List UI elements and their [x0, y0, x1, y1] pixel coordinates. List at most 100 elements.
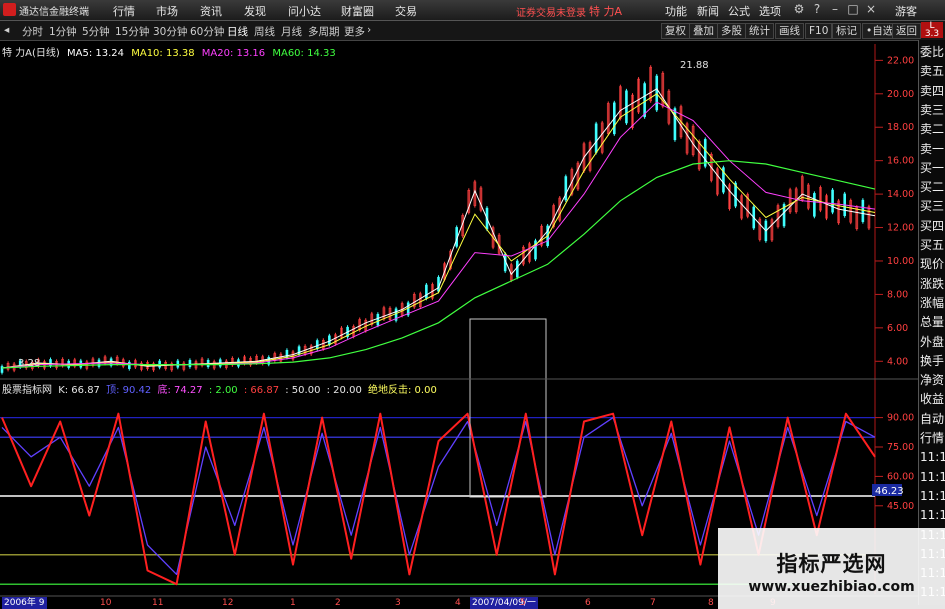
menu-quotes[interactable]: 行情: [113, 3, 135, 19]
menu-wealth[interactable]: 财富圈: [341, 3, 374, 19]
side-panel-item[interactable]: 卖二: [920, 121, 945, 137]
side-panel-item[interactable]: 涨幅: [920, 295, 945, 311]
close-icon[interactable]: ×: [864, 2, 878, 16]
side-panel-item[interactable]: 买二: [920, 179, 945, 195]
help-icon[interactable]: ?: [810, 2, 824, 16]
ma-legend: 特 力A(日线) MA5: 13.24 MA10: 13.38 MA20: 13…: [2, 44, 340, 59]
settings-icon[interactable]: ⚙: [792, 2, 806, 16]
kline-chart[interactable]: 4.00 6.00 8.00 10.00 12.00 14.00 16.00 18.00 20.…: [0, 40, 945, 609]
side-panel-item[interactable]: 买五: [920, 237, 945, 253]
side-panel-item[interactable]: 总量: [920, 314, 945, 330]
side-panel-item[interactable]: 11:1: [920, 507, 945, 523]
indicator-y-tick-label: 90.00: [887, 413, 914, 424]
side-panel-item[interactable]: 委比: [920, 44, 945, 60]
menu-news[interactable]: 资讯: [200, 3, 222, 19]
side-panel-item[interactable]: 现价: [920, 256, 945, 272]
ma60-value: MA60: 14.33: [272, 48, 336, 59]
side-panel-item[interactable]: 11:1: [920, 449, 945, 465]
multi-stock-button[interactable]: 多股: [717, 23, 746, 39]
menu-discover[interactable]: 发现: [244, 3, 266, 19]
menu-formula[interactable]: 公式: [728, 3, 750, 19]
tab-daily[interactable]: 日线: [227, 24, 248, 39]
side-panel-item[interactable]: 买四: [920, 218, 945, 234]
series-ma10: [1, 93, 876, 369]
overlay-button[interactable]: 叠加: [689, 23, 718, 39]
draw-button[interactable]: 画线: [775, 23, 804, 39]
menu-news-right[interactable]: 新闻: [697, 3, 719, 19]
tab-1min[interactable]: 1分钟: [49, 24, 77, 39]
side-panel-item[interactable]: 11:1: [920, 469, 945, 485]
side-flag: L 3.3: [921, 22, 943, 39]
tab-weekly[interactable]: 周线: [254, 24, 275, 39]
tab-intraday[interactable]: 分时: [22, 24, 43, 39]
cursor-value: 46.23: [875, 486, 904, 497]
side-panel-item[interactable]: 卖五: [920, 63, 945, 79]
side-panel-item[interactable]: 涨跌: [920, 276, 945, 292]
app-logo-icon: [3, 3, 16, 16]
maximize-icon[interactable]: □: [846, 2, 860, 16]
period-toolbar: ◂ 分时 1分钟 5分钟 15分钟 30分钟 60分钟 日线 周线 月线 多周期…: [0, 21, 945, 41]
main-y-tick-label: 16.00: [887, 156, 914, 167]
side-panel-item[interactable]: 卖三: [920, 102, 945, 118]
main-chart-grid: [874, 44, 883, 594]
side-panel-item[interactable]: 换手: [920, 353, 945, 369]
candle-body: [188, 360, 192, 368]
menu-options[interactable]: 选项: [759, 3, 781, 19]
x-axis-label: 5: [520, 598, 526, 608]
tab-60min[interactable]: 60分钟: [190, 24, 224, 39]
main-y-tick-label: 18.00: [887, 122, 914, 133]
side-panel-item[interactable]: 外盘: [920, 334, 945, 350]
side-panel-item[interactable]: 11:1: [920, 488, 945, 504]
ma-lines: [1, 88, 876, 369]
tab-15min[interactable]: 15分钟: [115, 24, 149, 39]
candle-body: [285, 349, 289, 358]
side-panel-item[interactable]: 卖一: [920, 141, 945, 157]
x-axis-label: 2: [335, 598, 341, 608]
x-axis-label: 10: [100, 598, 112, 608]
return-button[interactable]: 返回: [892, 23, 921, 39]
x-axis-label: 6: [585, 598, 591, 608]
tab-more[interactable]: 更多: [344, 24, 365, 39]
login-status[interactable]: 证券交易未登录: [516, 4, 586, 19]
indicator-legend: 股票指标网 K: 66.87 顶: 90.42 底: 74.27 : 2.00 …: [2, 381, 440, 396]
tab-30min[interactable]: 30分钟: [153, 24, 187, 39]
side-panel-item[interactable]: 买三: [920, 198, 945, 214]
title-bar: 通达信金融终端 行情 市场 资讯 发现 问小达 财富圈 交易 证券交易未登录 特…: [0, 0, 945, 21]
tab-multi-period[interactable]: 多周期: [308, 24, 340, 39]
nav-back-icon[interactable]: ◂: [4, 24, 9, 36]
x-axis-label: 7: [650, 598, 656, 608]
main-y-tick-label: 22.00: [887, 55, 914, 66]
side-panel-item[interactable]: 收益: [920, 391, 945, 407]
stats-button[interactable]: 统计: [745, 23, 774, 39]
f10-button[interactable]: F10: [805, 23, 833, 39]
candle-body: [437, 276, 440, 292]
tab-monthly[interactable]: 月线: [281, 24, 302, 39]
side-panel-item[interactable]: 卖四: [920, 83, 945, 99]
candle-body: [425, 284, 428, 299]
menu-market[interactable]: 市场: [156, 3, 178, 19]
x-axis-label: 8: [708, 598, 714, 608]
indicator-y-tick-label: 45.00: [887, 501, 914, 512]
indicator-f: 绝地反击: 0.00: [368, 385, 437, 396]
side-panel-item[interactable]: 自动: [920, 411, 945, 427]
menu-ask[interactable]: 问小达: [288, 3, 321, 19]
side-panel-item[interactable]: 买一: [920, 160, 945, 176]
mark-button[interactable]: 标记: [832, 23, 861, 39]
minimize-icon[interactable]: –: [828, 2, 842, 16]
adjust-button[interactable]: 复权: [661, 23, 690, 39]
menu-function[interactable]: 功能: [665, 3, 687, 19]
more-chevron-icon[interactable]: ›: [367, 24, 371, 36]
series-ma5: [1, 88, 876, 369]
candle-body: [643, 83, 646, 118]
side-panel-item[interactable]: 净资: [920, 372, 945, 388]
main-y-tick-label: 6.00: [887, 323, 908, 334]
tab-5min[interactable]: 5分钟: [82, 24, 110, 39]
candle-body: [328, 335, 331, 345]
side-panel-item[interactable]: 行情: [920, 430, 945, 446]
guest-label[interactable]: 游客: [895, 3, 917, 19]
menu-trade[interactable]: 交易: [395, 3, 417, 19]
quote-side-panel: 委比卖五卖四卖三卖二卖一买一买二买三买四买五现价涨跌涨幅总量外盘换手净资收益自动…: [918, 40, 945, 605]
candlestick-layer: [0, 65, 871, 375]
x-cursor-date: 2007/04/09/一: [470, 597, 538, 609]
candle-body: [128, 361, 131, 369]
